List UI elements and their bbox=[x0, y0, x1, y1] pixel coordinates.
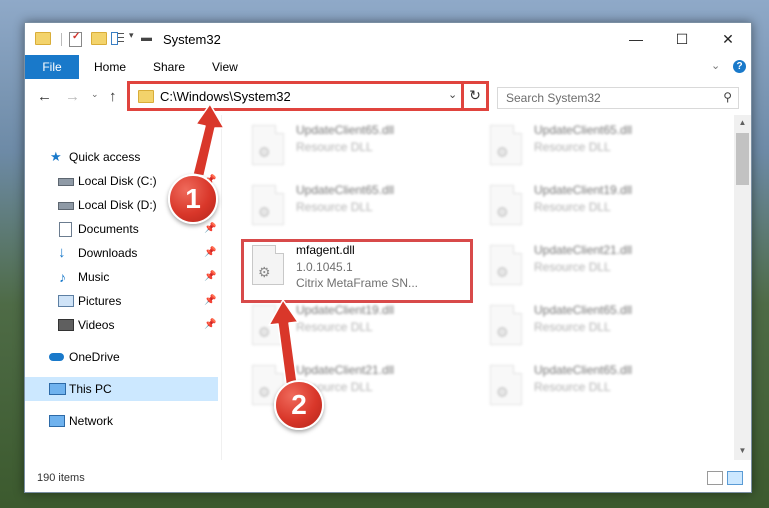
step-1-badge: 1 bbox=[168, 174, 218, 224]
arrow-2 bbox=[268, 299, 299, 385]
arrow-1 bbox=[192, 103, 225, 177]
annotation-arrows bbox=[192, 103, 299, 385]
step-2-badge: 2 bbox=[274, 380, 324, 430]
